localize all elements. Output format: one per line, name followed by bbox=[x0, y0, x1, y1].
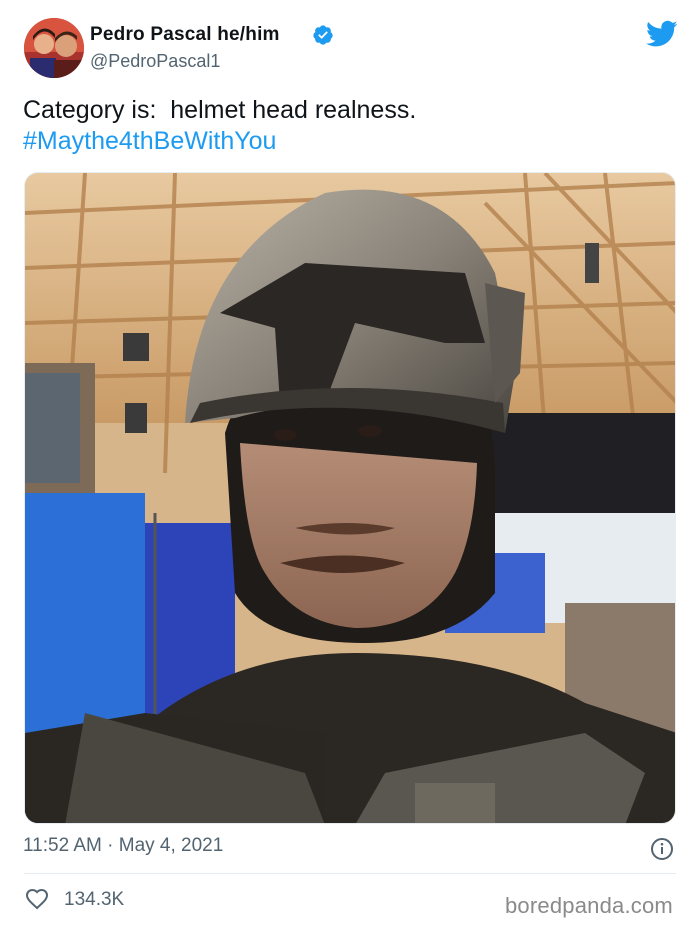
hashtag-link[interactable]: #Maythe4thBeWithYou bbox=[23, 126, 673, 157]
tweet-card: Pedro Pascal he/him @PedroPascal1 Catego… bbox=[0, 0, 700, 927]
tweet-timestamp[interactable]: 11:52 AM · May 4, 2021 bbox=[23, 835, 223, 857]
author-handle[interactable]: @PedroPascal1 bbox=[90, 51, 220, 72]
divider bbox=[24, 873, 676, 874]
source-watermark: boredpanda.com bbox=[505, 893, 673, 918]
author-display-name[interactable]: Pedro Pascal he/him bbox=[90, 24, 280, 46]
tweet-text-line: Category is: helmet head realness. bbox=[23, 96, 417, 124]
info-icon[interactable] bbox=[650, 837, 674, 861]
tweet-photo[interactable] bbox=[24, 172, 676, 824]
verified-badge-icon bbox=[313, 25, 333, 45]
heart-icon[interactable] bbox=[25, 887, 49, 911]
like-count[interactable]: 134.3K bbox=[64, 889, 124, 911]
twitter-bird-icon[interactable] bbox=[646, 20, 678, 48]
avatar[interactable] bbox=[24, 18, 84, 78]
tweet-text: Category is: helmet head realness. #Mayt… bbox=[23, 95, 673, 157]
